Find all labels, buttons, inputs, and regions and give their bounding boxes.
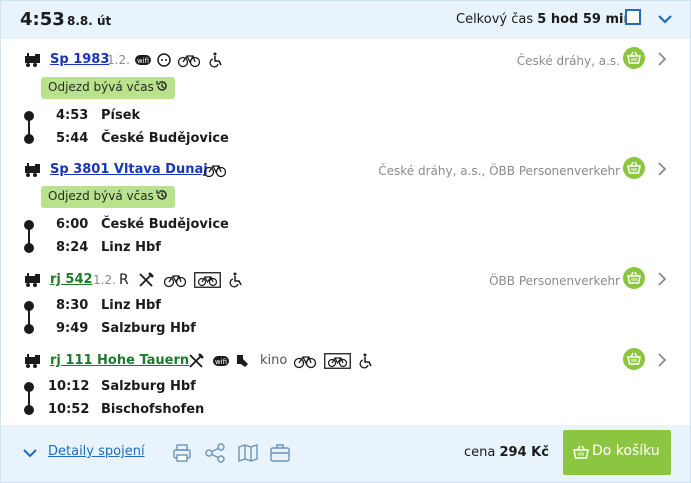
price: cena 294 Kč: [464, 445, 549, 460]
stop-name: Linz Hbf: [101, 298, 161, 313]
stop-name: Salzburg Hbf: [101, 379, 196, 394]
bicycle-icon: [163, 275, 187, 288]
connection-card: 4:53 8.8. út Celkový čas 5 hod 59 min Sp…: [0, 0, 691, 483]
train-icon: [25, 163, 40, 177]
add-to-basket-icon[interactable]: [623, 157, 645, 179]
stop-time: 10:12: [48, 379, 90, 394]
stop-time: 8:24: [56, 240, 89, 255]
chevron-right-icon[interactable]: [657, 353, 667, 367]
select-checkbox[interactable]: [625, 9, 641, 25]
add-to-basket-icon[interactable]: [623, 267, 645, 289]
train-link-sp-3801[interactable]: Sp 3801 Vltava Dunaj: [50, 162, 208, 177]
train-link-rj-542[interactable]: rj 542: [50, 272, 93, 287]
stop-name: Salzburg Hbf: [101, 321, 196, 336]
price-label: cena: [464, 445, 496, 460]
on-time-badge: Odjezd bývá včas: [41, 77, 175, 99]
stop-name: Bischofshofen: [101, 402, 205, 417]
carrier-name: ÖBB Personenverkehr: [489, 274, 620, 288]
stop-name: Písek: [101, 108, 141, 123]
on-time-badge-label: Odjezd bývá včas: [48, 189, 154, 203]
on-time-badge: Odjezd bývá včas: [41, 186, 175, 208]
basket-icon: [573, 445, 589, 459]
wheelchair-icon: [359, 353, 372, 369]
total-time-value: 5 hod 59 min: [537, 12, 633, 27]
leg-3-header: rj 542 1.2. R ÖBB Personenverkehr: [23, 267, 683, 291]
bicycle-icon: [293, 356, 317, 369]
add-to-basket-icon[interactable]: [623, 47, 645, 69]
briefcase-icon[interactable]: [269, 442, 291, 464]
wheelchair-icon: [209, 52, 222, 68]
expand-chevron-icon[interactable]: [22, 446, 38, 460]
wifi-icon: wifi: [135, 55, 151, 65]
history-icon: [156, 190, 167, 200]
train-icon: [25, 273, 40, 287]
stop-dot: [24, 134, 34, 144]
carrier-name: České dráhy, a.s.: [516, 54, 620, 68]
wifi-icon: wifi: [213, 356, 229, 366]
stop-time: 5:44: [56, 131, 89, 146]
bicycle-reservation-icon: [324, 353, 351, 369]
train-link-rj-111[interactable]: rj 111 Hohe Tauern: [50, 353, 189, 368]
print-icon[interactable]: [171, 442, 193, 464]
stop-time: 9:49: [56, 321, 89, 336]
chevron-right-icon[interactable]: [657, 52, 667, 66]
stop-time: 10:52: [48, 402, 90, 417]
stop-dot: [24, 405, 34, 415]
snack-icon: [237, 355, 248, 367]
stop-time: 8:30: [56, 298, 89, 313]
reservation-label: R: [119, 272, 129, 288]
stop-name: Linz Hbf: [101, 240, 161, 255]
chevron-right-icon[interactable]: [657, 272, 667, 286]
departure-date: 8.8. út: [67, 14, 112, 28]
add-to-basket-icon[interactable]: [623, 348, 645, 370]
chevron-right-icon[interactable]: [657, 162, 667, 176]
stop-dot: [24, 324, 34, 334]
bicycle-icon: [177, 55, 201, 68]
carrier-name: České dráhy, a.s., ÖBB Personenverkehr: [378, 164, 620, 178]
history-icon: [156, 81, 167, 91]
leg-1-header: Sp 1983 1.2. wifi České dráhy, a.s.: [23, 47, 683, 71]
class-label: 1.2.: [107, 53, 130, 67]
price-value: 294 Kč: [499, 445, 549, 460]
add-to-cart-label: Do košíku: [592, 443, 660, 459]
svg-text:wifi: wifi: [137, 57, 149, 65]
stop-name: České Budějovice: [101, 217, 229, 232]
bicycle-reservation-icon: [194, 272, 221, 288]
total-time: Celkový čas 5 hod 59 min: [456, 12, 633, 27]
train-icon: [25, 354, 40, 368]
details-link[interactable]: Detaily spojení: [48, 444, 145, 459]
stop-name: České Budějovice: [101, 131, 229, 146]
total-time-label: Celkový čas: [456, 12, 534, 27]
restaurant-icon: [189, 353, 204, 368]
bicycle-icon: [203, 165, 227, 178]
wheelchair-icon: [229, 272, 242, 288]
power-socket-icon: [157, 53, 171, 67]
leg-4-header: rj 111 Hohe Tauern wifi kino: [23, 348, 683, 372]
train-link-sp-1983[interactable]: Sp 1983: [50, 52, 109, 67]
on-time-badge-label: Odjezd bývá včas: [48, 80, 154, 94]
collapse-chevron-icon[interactable]: [656, 10, 674, 28]
leg-2-header: Sp 3801 Vltava Dunaj České dráhy, a.s., …: [23, 157, 683, 181]
stop-time: 6:00: [56, 217, 89, 232]
restaurant-icon: [139, 272, 154, 287]
departure-time: 4:53: [20, 9, 65, 30]
connection-footer: Detaily spojení cena 294 Kč Do košíku: [1, 425, 690, 482]
add-to-cart-button[interactable]: Do košíku: [563, 430, 671, 475]
class-label: 1.2.: [93, 273, 116, 287]
train-icon: [25, 53, 40, 67]
map-icon[interactable]: [237, 442, 259, 464]
svg-text:wifi: wifi: [215, 358, 227, 366]
cinema-label: kino: [260, 353, 288, 368]
stop-dot: [24, 243, 34, 253]
connection-header: 4:53 8.8. út Celkový čas 5 hod 59 min: [1, 1, 690, 39]
share-icon[interactable]: [204, 442, 226, 464]
stop-time: 4:53: [56, 108, 89, 123]
